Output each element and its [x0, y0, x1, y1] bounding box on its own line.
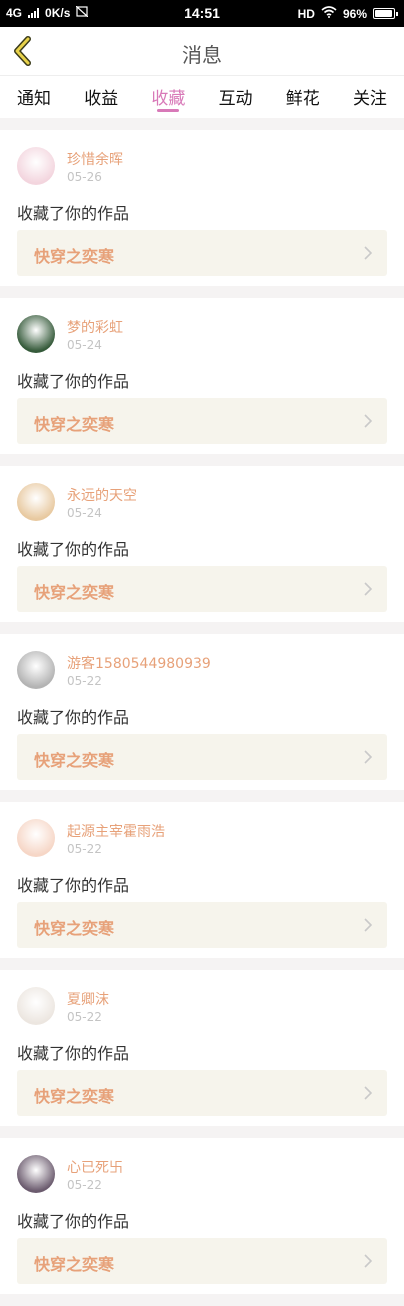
- date: 05-22: [67, 1010, 102, 1024]
- avatar[interactable]: [17, 147, 55, 185]
- work-link[interactable]: 快穿之奕寒: [17, 398, 387, 444]
- list-item: 游客1580544980939 05-22 收藏了你的作品 快穿之奕寒: [0, 634, 404, 790]
- work-link[interactable]: 快穿之奕寒: [17, 902, 387, 948]
- list-item: 夏卿沫 05-22 收藏了你的作品 快穿之奕寒: [0, 970, 404, 1126]
- date: 05-24: [67, 506, 102, 520]
- chevron-right-icon: [364, 918, 373, 932]
- status-bar: 4G 0K/s 14:51 HD 96%: [0, 0, 404, 27]
- chevron-right-icon: [364, 246, 373, 260]
- avatar[interactable]: [17, 315, 55, 353]
- chevron-right-icon: [364, 414, 373, 428]
- username[interactable]: 珍惜余晖: [67, 149, 123, 169]
- hd-label: HD: [297, 6, 315, 21]
- username[interactable]: 永远的天空: [67, 485, 137, 505]
- work-link[interactable]: 快穿之奕寒: [17, 566, 387, 612]
- work-link[interactable]: 快穿之奕寒: [17, 1238, 387, 1284]
- avatar[interactable]: [17, 651, 55, 689]
- list-item: 心已死卐 05-22 收藏了你的作品 快穿之奕寒: [0, 1138, 404, 1294]
- username[interactable]: 游客1580544980939: [67, 653, 211, 673]
- date: 05-22: [67, 1178, 102, 1192]
- tab-1[interactable]: 收益: [84, 76, 118, 118]
- tab-5[interactable]: 关注: [353, 76, 387, 118]
- chevron-right-icon: [364, 582, 373, 596]
- avatar[interactable]: [17, 819, 55, 857]
- work-title: 快穿之奕寒: [34, 583, 115, 602]
- wifi-icon: [321, 6, 337, 21]
- action-text: 收藏了你的作品: [17, 372, 130, 391]
- battery-icon: [373, 8, 398, 19]
- tab-4[interactable]: 鲜花: [286, 76, 320, 118]
- page-title: 消息: [182, 43, 222, 67]
- avatar[interactable]: [17, 483, 55, 521]
- work-title: 快穿之奕寒: [34, 415, 115, 434]
- avatar[interactable]: [17, 1155, 55, 1193]
- work-title: 快穿之奕寒: [34, 751, 115, 770]
- header: 消息: [0, 27, 404, 76]
- work-link[interactable]: 快穿之奕寒: [17, 230, 387, 276]
- action-text: 收藏了你的作品: [17, 1212, 130, 1231]
- action-text: 收藏了你的作品: [17, 540, 130, 559]
- tab-bar: 通知 收益 收藏 互动 鲜花 关注: [0, 76, 404, 118]
- action-text: 收藏了你的作品: [17, 876, 130, 895]
- tab-0[interactable]: 通知: [17, 76, 51, 118]
- list-item: 珍惜余晖 05-26 收藏了你的作品 快穿之奕寒: [0, 130, 404, 286]
- date: 05-24: [67, 338, 102, 352]
- avatar[interactable]: [17, 987, 55, 1025]
- action-text: 收藏了你的作品: [17, 708, 130, 727]
- list-item: 永远的天空 05-24 收藏了你的作品 快穿之奕寒: [0, 466, 404, 622]
- list-item: 梦的彩虹 05-24 收藏了你的作品 快穿之奕寒: [0, 298, 404, 454]
- username[interactable]: 心已死卐: [67, 1157, 123, 1177]
- status-right: HD 96%: [298, 6, 398, 21]
- action-text: 收藏了你的作品: [17, 1044, 130, 1063]
- list-item: 起源主宰霍雨浩 05-22 收藏了你的作品 快穿之奕寒: [0, 802, 404, 958]
- chevron-right-icon: [364, 1086, 373, 1100]
- tab-2[interactable]: 收藏: [151, 76, 185, 118]
- action-text: 收藏了你的作品: [17, 204, 130, 223]
- work-title: 快穿之奕寒: [34, 1087, 115, 1106]
- username[interactable]: 夏卿沫: [67, 989, 109, 1009]
- chevron-right-icon: [364, 750, 373, 764]
- chevron-right-icon: [364, 1254, 373, 1268]
- work-title: 快穿之奕寒: [34, 1255, 115, 1274]
- work-title: 快穿之奕寒: [34, 247, 115, 266]
- message-list: 珍惜余晖 05-26 收藏了你的作品 快穿之奕寒 梦的彩虹 05-24 收藏了你的作品 快穿之…: [0, 130, 404, 1306]
- date: 05-22: [67, 842, 102, 856]
- tab-3[interactable]: 互动: [219, 76, 253, 118]
- work-link[interactable]: 快穿之奕寒: [17, 734, 387, 780]
- work-link[interactable]: 快穿之奕寒: [17, 1070, 387, 1116]
- username[interactable]: 梦的彩虹: [67, 317, 123, 337]
- username[interactable]: 起源主宰霍雨浩: [67, 821, 165, 841]
- work-title: 快穿之奕寒: [34, 919, 115, 938]
- battery-percent: 96%: [342, 6, 367, 21]
- date: 05-22: [67, 674, 102, 688]
- date: 05-26: [67, 170, 102, 184]
